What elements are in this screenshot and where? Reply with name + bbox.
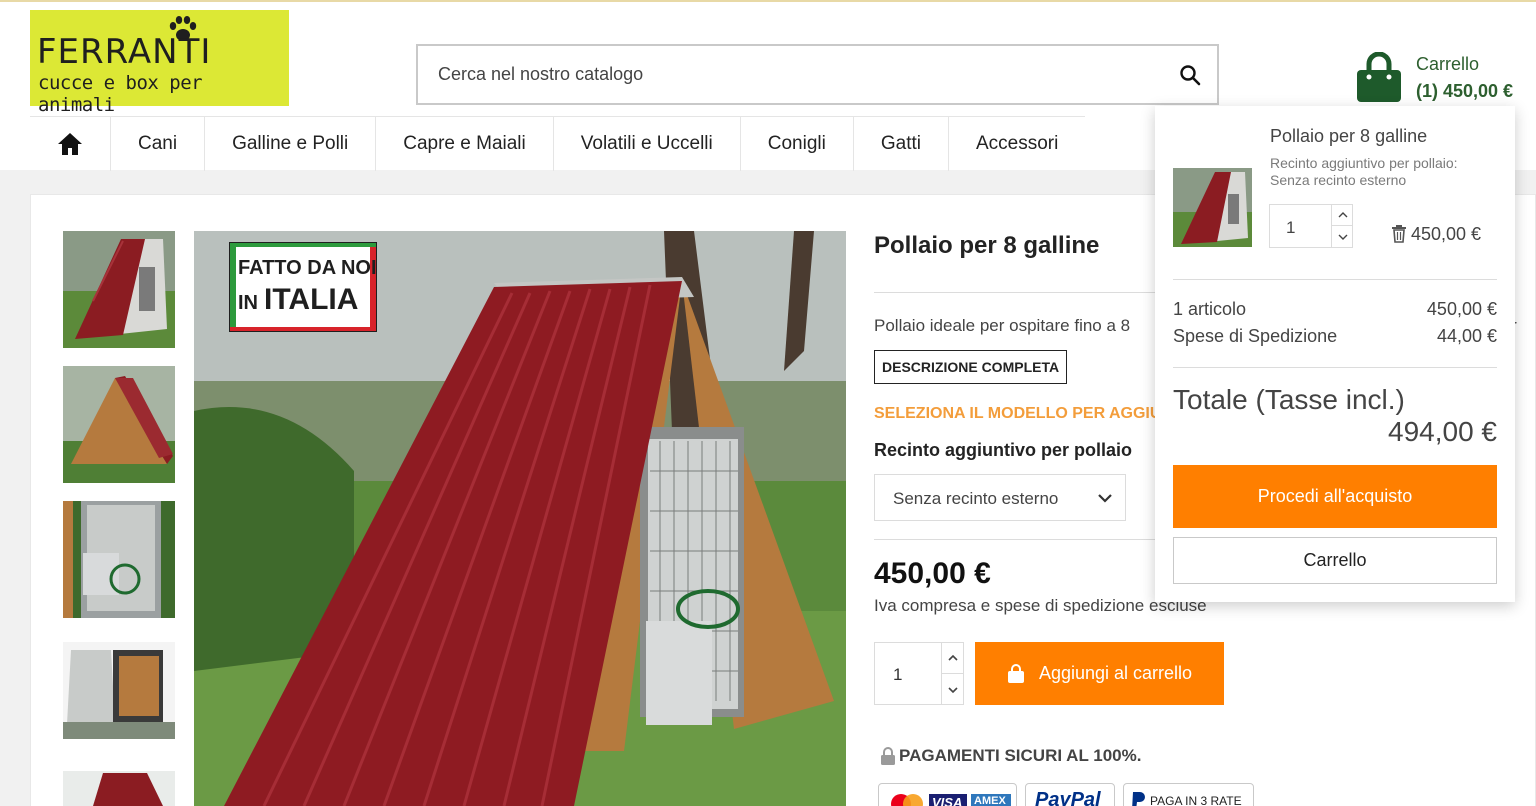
- paypal-installments-label: PAGA IN 3 RATE: [1150, 794, 1242, 806]
- cart-item-quantity-stepper[interactable]: 1: [1269, 204, 1353, 248]
- add-to-cart-label: Aggiungi al carrello: [1038, 663, 1193, 683]
- chevron-up-icon: [1338, 211, 1347, 217]
- cart-item-name[interactable]: Pollaio per 8 galline: [1270, 126, 1427, 147]
- cart-dropdown: Pollaio per 8 galline Recinto aggiuntivo…: [1155, 106, 1515, 602]
- chevron-down-icon: [1098, 494, 1112, 503]
- divider: [874, 292, 1174, 293]
- quantity-increase-button[interactable]: [941, 643, 964, 674]
- secure-payments-label: PAGAMENTI SICURI AL 100%.: [899, 746, 1142, 765]
- search-icon[interactable]: [1179, 64, 1201, 86]
- product-thumbnail[interactable]: [63, 231, 175, 348]
- logo[interactable]: FERRANTI cucce e box per animali: [30, 10, 289, 116]
- chevron-down-icon: [948, 686, 958, 693]
- lock-icon: [881, 747, 895, 765]
- logo-title: FERRANTI: [37, 32, 212, 72]
- quantity-decrease-button[interactable]: [941, 674, 964, 705]
- cart-item-quantity[interactable]: 1: [1286, 218, 1295, 238]
- divider: [874, 539, 1174, 540]
- trash-icon[interactable]: [1391, 225, 1407, 243]
- cart-summary[interactable]: (1) 450,00 €: [1416, 81, 1513, 102]
- product-thumbnail[interactable]: [63, 501, 175, 618]
- checkout-button[interactable]: Procedi all'acquisto: [1173, 465, 1497, 528]
- option-select[interactable]: Senza recinto esterno: [874, 474, 1126, 521]
- made-in-italy-badge-line1: FATTO DA NOI: [238, 257, 377, 279]
- payment-badge-paypal: PayPal: [1025, 783, 1115, 806]
- shipping-value: 44,00 €: [1436, 326, 1497, 346]
- made-in-italy-badge-line2: ITALIA: [264, 283, 359, 316]
- product-thumbnail[interactable]: [63, 771, 175, 806]
- items-label: 1 articolo: [1173, 299, 1247, 319]
- quantity-stepper[interactable]: 1: [874, 642, 964, 705]
- full-description-button[interactable]: DESCRIZIONE COMPLETA: [874, 350, 1068, 384]
- home-icon: [58, 133, 82, 155]
- chevron-down-icon: [1338, 234, 1347, 240]
- items-value: 450,00 €: [1426, 299, 1497, 319]
- nav-item-conigli[interactable]: Conigli: [741, 117, 854, 171]
- visa-label: VISA: [932, 795, 963, 806]
- quantity-value[interactable]: 1: [893, 665, 902, 685]
- add-to-cart-button[interactable]: Aggiungi al carrello: [975, 642, 1224, 705]
- product-price: 450,00 €: [874, 557, 991, 590]
- divider: [1173, 367, 1497, 368]
- product-main-image[interactable]: FATTO DA NOI IN ITALIA: [194, 231, 846, 806]
- secure-payments: PAGAMENTI SICURI AL 100%.: [880, 746, 1141, 766]
- logo-tagline: cucce e box per animali: [38, 72, 203, 116]
- option-label: Recinto aggiuntivo per pollaio: [874, 440, 1133, 460]
- paypal-label: PayPal: [1035, 789, 1101, 806]
- select-model-note: SELEZIONA IL MODELLO PER AGGIU: [874, 405, 1162, 422]
- cart-item-attribute: Recinto aggiuntivo per pollaio: Senza re…: [1270, 155, 1458, 188]
- payment-badge-cards: VISA AMEX: [878, 783, 1017, 806]
- total-value: 494,00 €: [1388, 416, 1497, 447]
- nav-item-galline-e-polli[interactable]: Galline e Polli: [205, 117, 377, 171]
- cart-quantity-increase-button[interactable]: [1331, 205, 1353, 226]
- shopping-bag-icon: [1007, 663, 1024, 683]
- search-box: [416, 44, 1219, 105]
- short-description: Pollaio ideale per ospitare fino a 8: [874, 316, 1131, 335]
- cart-quantity-decrease-button[interactable]: [1331, 226, 1353, 247]
- product-thumbnail[interactable]: [63, 642, 175, 739]
- main-nav: Cani Galline e Polli Capre e Maiali Vola…: [30, 116, 1086, 171]
- nav-item-volatili-e-uccelli[interactable]: Volatili e Uccelli: [554, 117, 741, 171]
- nav-item-gatti[interactable]: Gatti: [854, 117, 949, 171]
- cart-item-price: 450,00 €: [1411, 224, 1482, 244]
- divider: [1173, 279, 1497, 280]
- shipping-row: Spese di Spedizione 44,00 €: [1173, 326, 1497, 347]
- shopping-bag-icon[interactable]: [1355, 52, 1403, 104]
- product-title: Pollaio per 8 galline: [874, 232, 1100, 259]
- total-label: Totale (Tasse incl.): [1173, 384, 1405, 415]
- chevron-up-icon: [948, 654, 958, 661]
- payment-badge-paypal-installments: PAGA IN 3 RATE: [1123, 783, 1254, 806]
- cart-item-image[interactable]: [1173, 168, 1252, 247]
- subtotal-row: 1 articolo 450,00 €: [1173, 299, 1497, 320]
- amex-label: AMEX: [974, 795, 1006, 806]
- product-thumbnail[interactable]: [63, 366, 175, 483]
- paypal-icon: [1132, 792, 1145, 806]
- nav-item-cani[interactable]: Cani: [111, 117, 206, 171]
- made-in-italy-badge-prefix: IN: [238, 292, 258, 314]
- shipping-label: Spese di Spedizione: [1173, 326, 1338, 346]
- search-input[interactable]: [418, 46, 1158, 103]
- nav-item-capre-e-maiali[interactable]: Capre e Maiali: [376, 117, 554, 171]
- cart-link-label[interactable]: Carrello: [1416, 54, 1479, 75]
- option-select-value: Senza recinto esterno: [893, 489, 1059, 508]
- view-cart-button[interactable]: Carrello: [1173, 537, 1497, 584]
- home-link[interactable]: [30, 117, 111, 171]
- nav-item-accessori[interactable]: Accessori: [949, 117, 1085, 171]
